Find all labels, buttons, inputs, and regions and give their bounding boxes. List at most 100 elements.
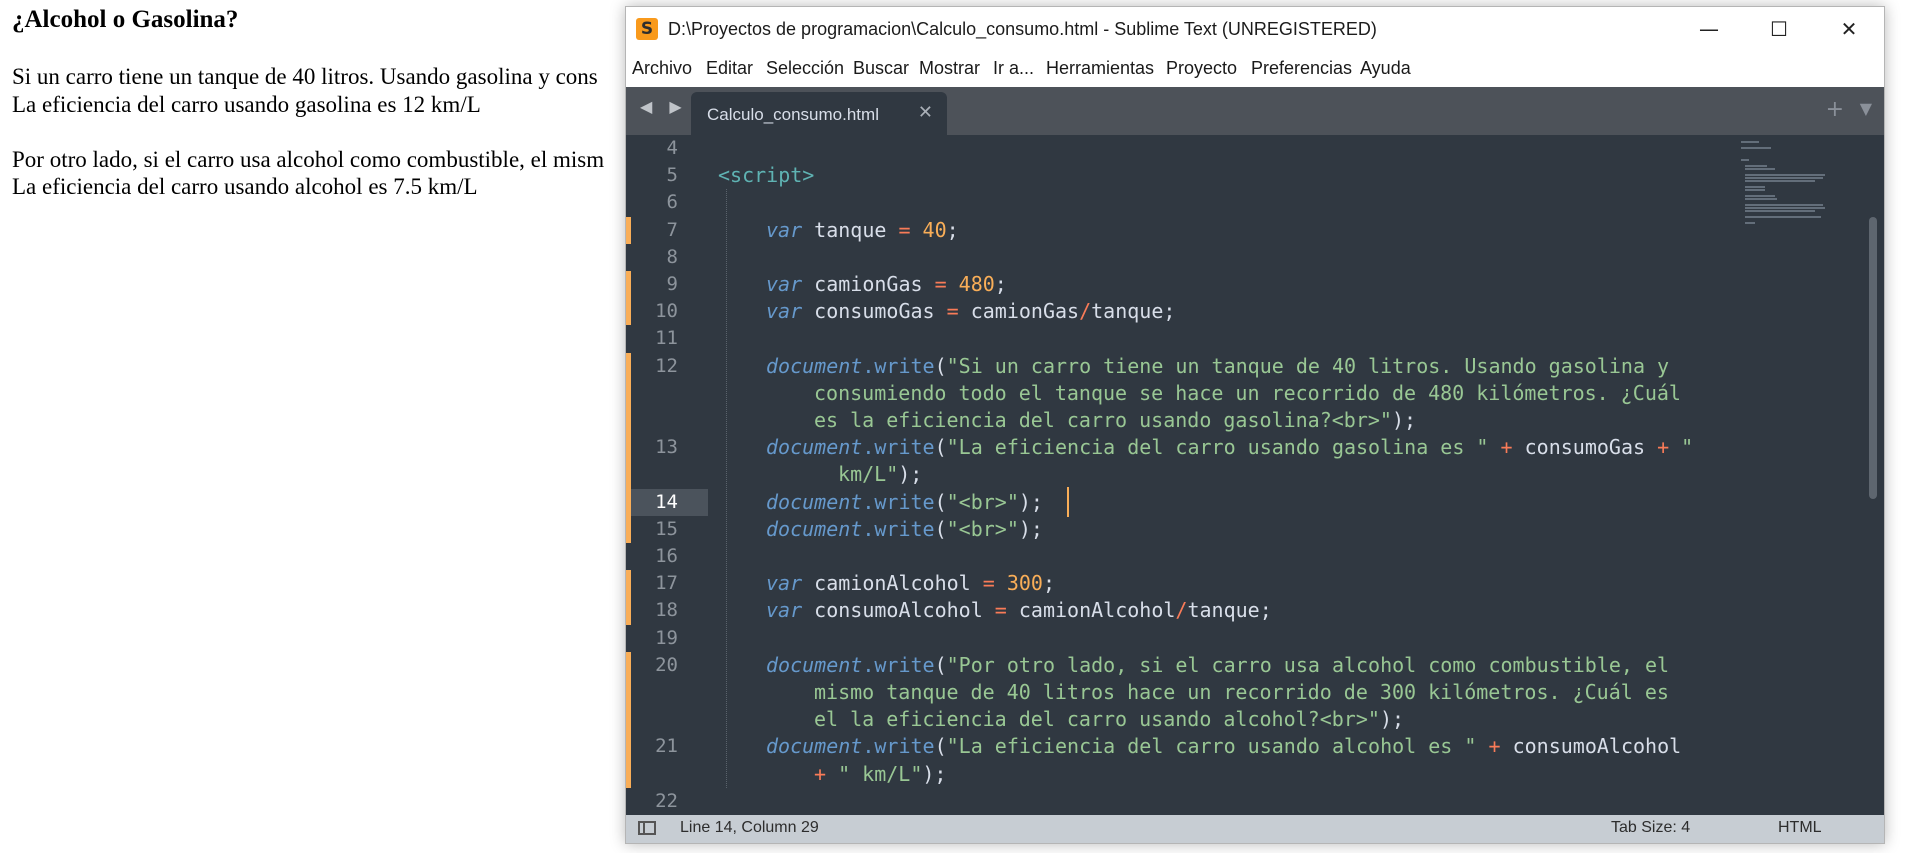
code-token: tanque — [802, 217, 899, 242]
line-number: 11 — [655, 327, 678, 350]
code-token: = — [898, 217, 911, 242]
code-line-10[interactable]: var consumoGas = camionGas/tanque; — [766, 298, 1175, 325]
menu-seleccion[interactable]: Selección — [766, 58, 844, 79]
minimap-line — [1745, 165, 1767, 167]
code-token: document — [766, 516, 863, 541]
code-line-5[interactable]: <script> — [718, 162, 814, 189]
code-line-13-wrap[interactable]: km/L"); — [826, 461, 922, 488]
code-line-13[interactable]: document.write("La eficiencia del carro … — [766, 434, 1693, 461]
text-cursor — [1067, 486, 1069, 517]
code-token: el la eficiencia del carro usando alcoho… — [814, 707, 1380, 732]
menu-mostrar[interactable]: Mostrar — [919, 58, 980, 79]
code-line-21[interactable]: document.write("La eficiencia del carro … — [766, 733, 1681, 760]
code-token: ); — [898, 462, 923, 487]
code-line-9[interactable]: var camionGas = 480; — [766, 271, 1007, 298]
close-window-button[interactable]: ✕ — [1814, 7, 1884, 51]
line-number: 20 — [655, 653, 678, 676]
code-line-12-wrap[interactable]: consumiendo todo el tanque se hace un re… — [814, 380, 1681, 407]
code-line-20-wrap[interactable]: mismo tanque de 40 litros hace un recorr… — [814, 679, 1669, 706]
code-token: / — [1175, 598, 1188, 623]
code-line-18[interactable]: var consumoAlcohol = camionAlcohol/tanqu… — [766, 597, 1272, 624]
code-line-12[interactable]: document.write("Si un carro tiene un tan… — [766, 353, 1669, 380]
code-token: = — [982, 571, 995, 596]
line-number: 22 — [655, 789, 678, 812]
tab-bar: ◀ ▶ Calculo_consumo.html ✕ + ▼ — [626, 87, 1884, 135]
code-token: 300 — [994, 571, 1043, 596]
code-line-12-wrap[interactable]: es la eficiencia del carro usando gasoli… — [814, 407, 1416, 434]
page-line-3: Por otro lado, si el carro usa alcohol c… — [12, 147, 605, 172]
code-line-20-wrap[interactable]: el la eficiencia del carro usando alcoho… — [814, 706, 1404, 733]
code-token: ( — [934, 516, 947, 541]
code-token: .write — [862, 516, 935, 541]
code-token: ); — [922, 761, 947, 786]
code-token: consumiendo todo el tanque se hace un re… — [814, 380, 1681, 405]
title-bar[interactable]: S D:\Proyectos de programacion\Calculo_c… — [626, 7, 1884, 51]
code-line-20[interactable]: document.write("Por otro lado, si el car… — [766, 652, 1669, 679]
menu-archivo[interactable]: Archivo — [632, 58, 692, 79]
line-number: 10 — [655, 300, 678, 323]
code-line-21-wrap[interactable]: + " km/L"); — [814, 761, 946, 788]
code-token: ); — [1018, 516, 1043, 541]
code-token: document — [766, 734, 863, 759]
code-line-15[interactable]: document.write("<br>"); — [766, 516, 1043, 543]
code-token: ); — [1379, 707, 1405, 732]
syntax-mode[interactable]: HTML — [1778, 819, 1822, 837]
sublime-window: S D:\Proyectos de programacion\Calculo_c… — [625, 6, 1885, 844]
minimap[interactable] — [1741, 141, 1851, 241]
code-token: " km/L" — [826, 761, 923, 786]
tab-close-icon[interactable]: ✕ — [918, 102, 933, 123]
code-line-7[interactable]: var tanque = 40; — [766, 217, 959, 244]
menu-herramientas[interactable]: Herramientas — [1046, 58, 1154, 79]
indent-guide — [726, 189, 727, 788]
code-token: ( — [934, 353, 947, 378]
tab-size[interactable]: Tab Size: 4 — [1611, 819, 1690, 837]
code-token: "La eficiencia del carro usando gasolina… — [946, 435, 1489, 460]
code-token: var — [766, 598, 803, 623]
menu-editar[interactable]: Editar — [706, 58, 753, 79]
menu-proyecto[interactable]: Proyecto — [1166, 58, 1237, 79]
code-token: consumoAlcohol — [1500, 734, 1682, 759]
tab-dropdown-icon[interactable]: ▼ — [1860, 99, 1872, 118]
code-token: ; — [994, 272, 1007, 296]
maximize-button[interactable]: ☐ — [1744, 7, 1814, 51]
code-token: document — [766, 652, 863, 677]
menu-ayuda[interactable]: Ayuda — [1360, 58, 1411, 79]
tab-nav-arrows-icon[interactable]: ◀ ▶ — [640, 97, 688, 116]
sidebar-toggle-icon[interactable] — [638, 821, 656, 835]
page-line-4: La eficiencia del carro usando alcohol e… — [12, 174, 478, 199]
code-token: document — [766, 435, 863, 460]
line-number: 12 — [655, 354, 678, 377]
code-token: var — [766, 272, 803, 296]
code-token: .write — [862, 652, 935, 677]
code-token: camionGas — [958, 299, 1080, 324]
line-number: 8 — [666, 245, 678, 268]
menu-buscar[interactable]: Buscar — [853, 58, 909, 79]
tab-calculo-consumo[interactable]: Calculo_consumo.html ✕ — [691, 92, 947, 135]
tab-label: Calculo_consumo.html — [707, 105, 879, 124]
minimize-button[interactable]: — — [1674, 7, 1744, 51]
code-line-17[interactable]: var camionAlcohol = 300; — [766, 570, 1055, 597]
code-token: km/L" — [826, 462, 899, 487]
code-token: camionAlcohol — [1006, 598, 1176, 623]
menu-preferencias[interactable]: Preferencias — [1251, 58, 1352, 79]
code-token: es la eficiencia del carro usando gasoli… — [814, 408, 1392, 432]
line-gutter: 4 5 6 7 8 9 10 11 12 13 14 15 16 17 18 1… — [626, 135, 708, 815]
code-line-14[interactable]: document.write("<br>"); — [766, 489, 1043, 516]
code-token: ( — [934, 652, 947, 677]
menu-ir-a[interactable]: Ir a... — [993, 58, 1034, 79]
code-token: "Si un carro tiene un tanque de 40 litro… — [946, 353, 1670, 378]
new-tab-plus-icon[interactable]: + — [1826, 97, 1844, 122]
vertical-scrollbar[interactable] — [1869, 217, 1877, 499]
cursor-position[interactable]: Line 14, Column 29 — [680, 819, 819, 837]
code-editor[interactable]: 4 5 6 7 8 9 10 11 12 13 14 15 16 17 18 1… — [626, 135, 1884, 815]
page-heading: ¿Alcohol o Gasolina? — [12, 6, 239, 33]
line-number: 21 — [655, 735, 678, 758]
code-token: "La eficiencia del carro usando alcohol … — [946, 734, 1477, 759]
code-token: "<br>" — [946, 489, 1019, 514]
minimap-line — [1745, 186, 1765, 188]
page-line-2: La eficiencia del carro usando gasolina … — [12, 92, 481, 117]
code-token: tanque; — [1091, 299, 1176, 324]
code-token: = — [946, 299, 959, 324]
line-number: 13 — [655, 436, 678, 459]
minimap-line — [1745, 195, 1775, 197]
